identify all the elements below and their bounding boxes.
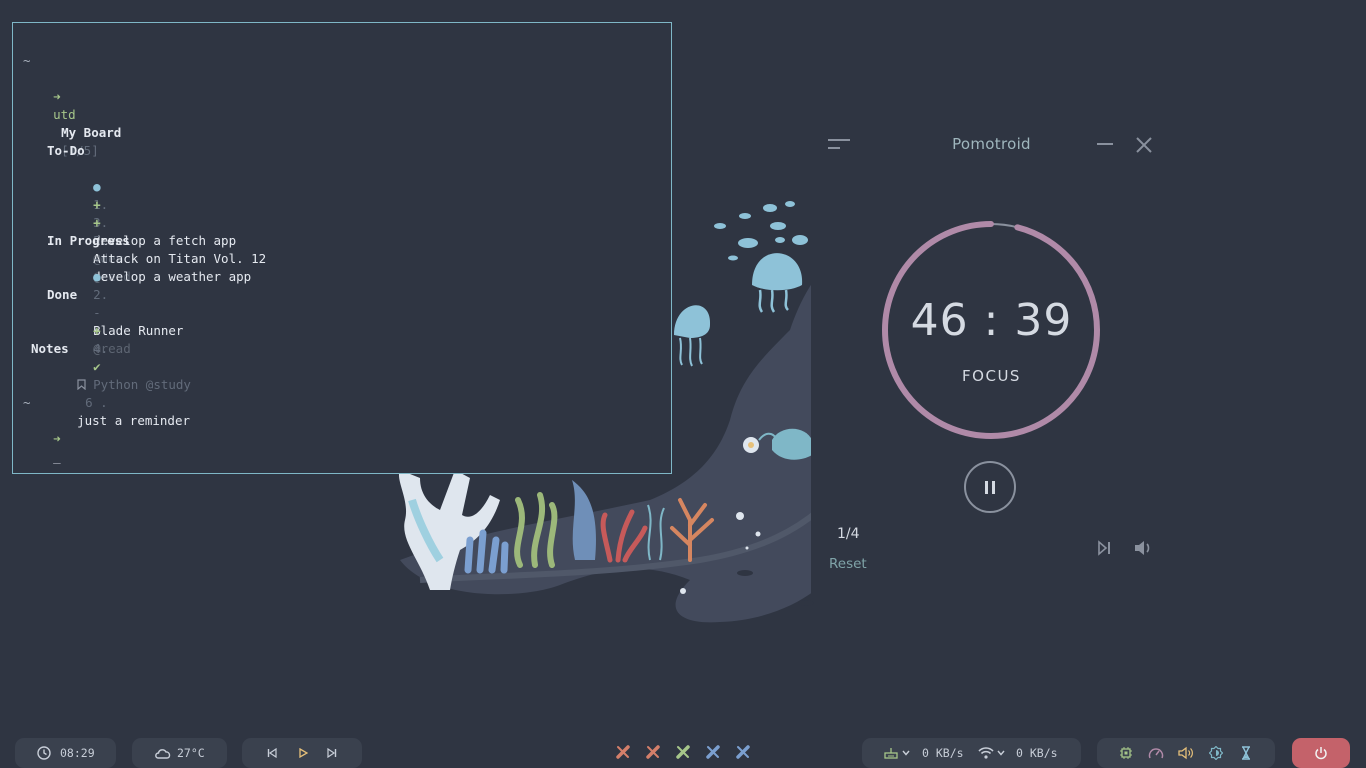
- prompt-line[interactable]: ➜ _: [23, 412, 61, 464]
- wifi-icon: [978, 747, 994, 759]
- task-row[interactable]: + 5. - develop a weather app: [63, 196, 251, 284]
- workspace-3-icon[interactable]: [676, 745, 690, 759]
- brightness-icon[interactable]: [1209, 746, 1223, 760]
- close-icon[interactable]: [1135, 136, 1153, 154]
- prompt-tilde: ~: [23, 395, 31, 410]
- timer-display: 46 : 39: [910, 295, 1073, 346]
- cloud-icon: [155, 749, 171, 759]
- task-row[interactable]: ● 2. - Blade Runner @read: [63, 250, 183, 356]
- task-bullet: ●: [93, 269, 101, 284]
- weather-module[interactable]: 27°C: [132, 738, 227, 768]
- clock-module[interactable]: 08:29: [15, 738, 116, 768]
- weather-temp: 27°C: [177, 746, 205, 760]
- task-row[interactable]: + 4. ✔ Python @study: [63, 304, 191, 392]
- pause-icon: [985, 481, 988, 494]
- wifi-speed: 0 KB/s: [1016, 746, 1058, 760]
- volume-icon[interactable]: [1178, 746, 1194, 760]
- chevron-down-icon[interactable]: [902, 750, 910, 756]
- workspace-5-icon[interactable]: [736, 745, 750, 759]
- network-module[interactable]: 0 KB/s 0 KB/s: [862, 738, 1081, 768]
- task-number: 4.: [93, 341, 109, 356]
- round-counter: 1/4: [837, 526, 860, 542]
- system-module[interactable]: [1097, 738, 1275, 768]
- hourglass-icon[interactable]: [1241, 746, 1251, 760]
- terminal-cursor: _: [53, 449, 61, 464]
- section-title-todo: To-Do: [47, 143, 85, 158]
- clock-time: 08:29: [60, 746, 95, 760]
- board-title: My Board: [61, 125, 122, 140]
- media-module[interactable]: [242, 738, 362, 768]
- power-icon: [1315, 747, 1327, 760]
- app-title: Pomotroid: [952, 135, 1031, 153]
- chevron-down-icon[interactable]: [997, 750, 1005, 756]
- note-text: just a reminder: [77, 413, 190, 428]
- previous-icon[interactable]: [267, 748, 277, 758]
- jellyfish-small: [674, 305, 711, 338]
- task-bullet: +: [93, 215, 101, 230]
- task-text: develop a weather app: [93, 269, 252, 284]
- board-header: My Board [1/5]: [31, 106, 121, 158]
- bookmark-icon: [77, 379, 86, 391]
- prompt-line: ➜ utd: [23, 70, 76, 122]
- workspace-switcher: [612, 744, 762, 762]
- skip-icon[interactable]: [1097, 540, 1111, 556]
- reset-button[interactable]: Reset: [829, 556, 867, 572]
- pomotroid-window[interactable]: Pomotroid 46 : 39 FOCUS 1/4 Reset: [811, 125, 1172, 595]
- jellyfish-large: [752, 253, 803, 291]
- wired-speed: 0 KB/s: [922, 746, 964, 760]
- cpu-icon[interactable]: [1119, 746, 1133, 760]
- play-icon[interactable]: [298, 748, 308, 758]
- prompt-arrow: ➜: [53, 89, 61, 104]
- task-text: Blade Runner: [93, 323, 184, 338]
- timer-mode: FOCUS: [962, 367, 1021, 385]
- notes-title: Notes: [31, 341, 69, 356]
- task-number: 2.: [93, 287, 109, 302]
- note-row[interactable]: 6 . just a reminder: [47, 358, 190, 428]
- note-number: 6 .: [85, 395, 108, 410]
- speedometer-icon[interactable]: [1148, 746, 1164, 760]
- next-icon[interactable]: [327, 748, 337, 758]
- task-bullet: +: [93, 323, 101, 338]
- minimize-icon[interactable]: [1097, 143, 1113, 145]
- angler-fish: [772, 428, 812, 460]
- prompt-tilde: ~: [23, 53, 31, 68]
- workspace-2-icon[interactable]: [646, 745, 660, 759]
- pause-button[interactable]: [964, 461, 1016, 513]
- task-text: Python @study: [93, 377, 191, 392]
- section-title-done: Done: [47, 287, 78, 302]
- terminal-window[interactable]: ~ ➜ utd My Board [1/5] To-Do ● 1. - deve…: [12, 22, 672, 474]
- ethernet-icon: [884, 748, 898, 759]
- workspace-4-icon[interactable]: [706, 745, 720, 759]
- task-row[interactable]: ● 1. - develop a fetch app @dev: [63, 160, 236, 266]
- volume-icon[interactable]: [1133, 539, 1153, 557]
- power-button[interactable]: [1292, 738, 1350, 768]
- task-row[interactable]: + 3. - Attack on Titan Vol. 12 @read: [63, 178, 266, 284]
- section-title-in-progress: In Progress: [47, 233, 130, 248]
- clock-icon: [37, 746, 51, 760]
- fish-school: [714, 201, 808, 261]
- workspace-1-icon[interactable]: [616, 745, 630, 759]
- prompt-arrow: ➜: [53, 431, 61, 446]
